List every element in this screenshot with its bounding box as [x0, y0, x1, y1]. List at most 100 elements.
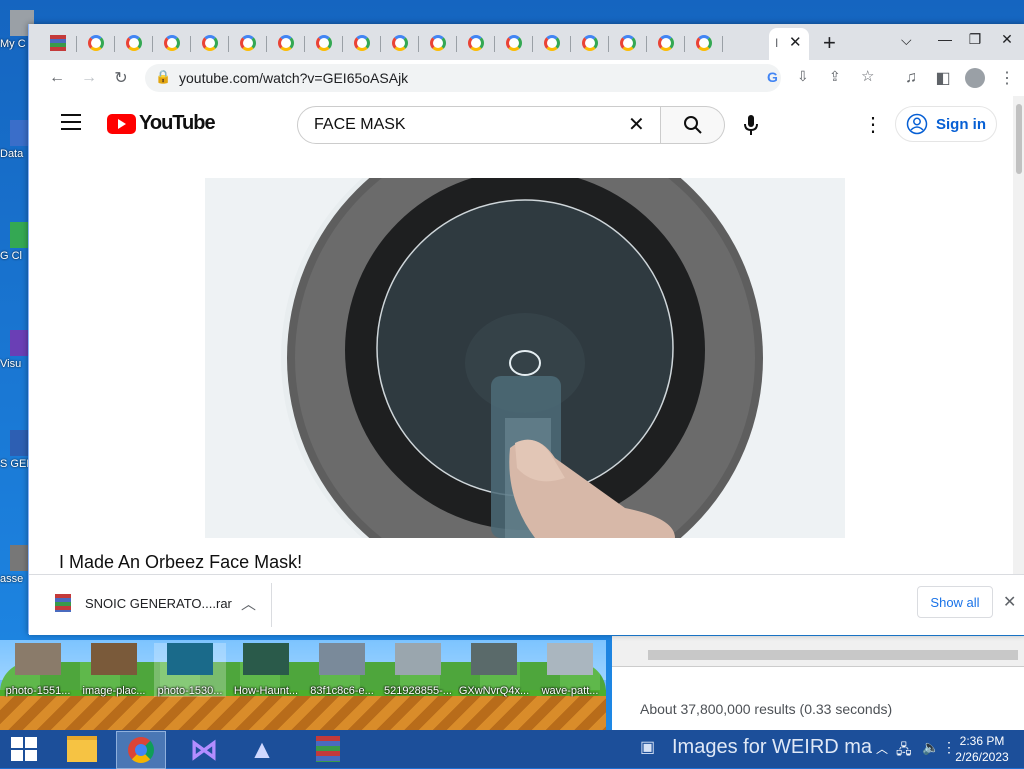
thumbnail-label: photo-1530... — [157, 685, 223, 697]
youtube-logo-text: YouTube — [139, 112, 216, 134]
hamburger-menu-icon[interactable] — [61, 114, 81, 130]
desktop-file-thumbnail[interactable]: How-Haunt... — [230, 643, 302, 697]
browser-tab[interactable] — [457, 30, 495, 56]
close-downloads-icon[interactable]: ✕ — [1003, 592, 1016, 612]
search-input[interactable]: FACE MASK ✕ — [297, 106, 661, 144]
new-tab-button[interactable]: + — [823, 30, 836, 56]
affinity-app-icon[interactable]: ▲ — [238, 731, 286, 767]
maximize-button[interactable]: ❐ — [959, 24, 991, 54]
download-options-chevron-icon[interactable]: ︿ — [241, 593, 256, 614]
chrome-menu-icon[interactable]: ⋮ — [993, 64, 1021, 92]
file-explorer-icon[interactable] — [58, 731, 106, 767]
active-tab[interactable]: I ✕ — [769, 28, 809, 60]
chrome-taskbar-icon[interactable] — [116, 731, 166, 769]
google-favicon-icon — [164, 35, 180, 51]
profile-avatar-icon[interactable] — [961, 64, 989, 92]
browser-tab[interactable] — [533, 30, 571, 56]
address-bar[interactable]: 🔒 youtube.com/watch?v=GEI65oASAjk G ⇩ ⇪ … — [145, 64, 874, 92]
visual-studio-icon[interactable]: ⋈ — [180, 731, 228, 767]
desktop-file-thumbnail[interactable]: photo-1551... — [2, 643, 74, 697]
google-favicon-icon — [354, 35, 370, 51]
settings-more-icon[interactable]: ⋮ — [863, 112, 883, 137]
browser-tab[interactable] — [571, 30, 609, 56]
browser-tab[interactable] — [495, 30, 533, 56]
lock-icon[interactable]: 🔒 — [155, 69, 171, 85]
google-favicon-icon — [88, 35, 104, 51]
background-search-window[interactable]: About 37,800,000 results (0.33 seconds) — [612, 636, 1024, 736]
browser-tab[interactable] — [39, 30, 77, 56]
winrar-favicon-icon — [50, 35, 66, 51]
browser-tab[interactable] — [419, 30, 457, 56]
install-app-icon[interactable]: ⇩ — [797, 68, 809, 85]
close-window-button[interactable]: ✕ — [991, 24, 1023, 54]
download-file-name[interactable]: SNOIC GENERATO....rar — [85, 596, 232, 611]
tab-search-chevron-icon[interactable]: ⌵ — [901, 32, 912, 49]
image-thumbnail-icon — [167, 643, 213, 675]
browser-tab[interactable] — [77, 30, 115, 56]
browser-tab[interactable] — [305, 30, 343, 56]
images-icon: ▣ — [640, 739, 656, 756]
search-button[interactable] — [661, 106, 725, 144]
browser-toolbar: ← → ↻ 🔒 youtube.com/watch?v=GEI65oASAjk … — [29, 60, 1024, 96]
bookmark-star-icon[interactable]: ☆ — [861, 67, 874, 85]
desktop-file-thumbnail[interactable]: GXwNvrQ4x... — [458, 643, 530, 697]
volume-icon[interactable]: 🔈 — [922, 739, 939, 756]
minimize-button[interactable]: — — [929, 24, 961, 54]
page-scroll-thumb[interactable] — [1016, 104, 1022, 174]
taskbar: ⋈ ▲ ▣ Images for WEIRD mari ︿ 🖧 🔈 ⋮ 2:36… — [0, 730, 1024, 769]
video-title[interactable]: I Made An Orbeez Face Mask! — [59, 552, 302, 573]
thumbnail-label: 521928855-... — [384, 685, 452, 697]
google-lens-icon[interactable]: G — [767, 69, 778, 85]
desktop-file-thumbnail[interactable]: 83f1c8c6-e... — [306, 643, 378, 697]
horizontal-scroll-thumb[interactable] — [648, 650, 1018, 660]
voice-search-microphone-icon[interactable] — [741, 114, 761, 141]
share-icon[interactable]: ⇪ — [829, 68, 841, 85]
sign-in-button[interactable]: Sign in — [895, 106, 997, 142]
sign-in-label: Sign in — [936, 115, 986, 133]
image-thumbnail-icon — [15, 643, 61, 675]
youtube-logo[interactable]: YouTube — [107, 112, 216, 135]
desktop-file-thumbnail[interactable]: wave-patt... — [534, 643, 606, 697]
thumbnail-label: wave-patt... — [541, 685, 599, 697]
browser-tab[interactable] — [153, 30, 191, 56]
tray-chevron-icon[interactable]: ︿ — [876, 740, 888, 757]
video-player[interactable] — [205, 178, 845, 538]
url-text[interactable]: youtube.com/watch?v=GEI65oASAjk — [179, 70, 408, 86]
side-panel-icon[interactable]: ◧ — [929, 64, 957, 92]
clear-search-icon[interactable]: ✕ — [628, 112, 645, 137]
account-circle-icon — [906, 113, 928, 135]
browser-tab[interactable] — [115, 30, 153, 56]
page-scrollbar[interactable] — [1013, 96, 1024, 634]
browser-tab[interactable] — [381, 30, 419, 56]
search-icon — [683, 116, 702, 134]
show-all-button[interactable]: Show all — [917, 586, 993, 618]
active-tab-title: I — [775, 36, 779, 50]
back-arrow-icon[interactable]: ← — [43, 64, 71, 92]
forward-arrow-icon[interactable]: → — [75, 64, 103, 92]
close-tab-icon[interactable]: ✕ — [789, 33, 802, 51]
google-favicon-icon — [392, 35, 408, 51]
browser-tab[interactable] — [609, 30, 647, 56]
desktop-file-thumbnail[interactable]: 521928855-... — [382, 643, 454, 697]
browser-tab[interactable] — [229, 30, 267, 56]
google-favicon-icon — [506, 35, 522, 51]
browser-tab[interactable] — [647, 30, 685, 56]
browser-tab[interactable] — [267, 30, 305, 56]
network-icon[interactable]: 🖧 — [896, 739, 912, 763]
winrar-icon[interactable] — [304, 731, 352, 767]
browser-tab[interactable] — [343, 30, 381, 56]
clock[interactable]: 2:36 PM 2/26/2023 — [950, 733, 1014, 765]
start-button[interactable] — [0, 731, 48, 767]
desktop-file-thumbnail[interactable]: image-plac... — [78, 643, 150, 697]
google-favicon-icon — [126, 35, 142, 51]
download-divider — [271, 583, 272, 627]
media-control-icon[interactable]: ♫ — [897, 64, 925, 92]
background-window-scrollbar[interactable] — [612, 636, 1024, 667]
browser-tab[interactable] — [191, 30, 229, 56]
search-input-value: FACE MASK — [314, 116, 406, 133]
google-favicon-icon — [316, 35, 332, 51]
desktop-file-thumbnail[interactable]: photo-1530... — [154, 643, 226, 697]
reload-icon[interactable]: ↻ — [107, 64, 135, 92]
chrome-window[interactable]: I ✕ + ⌵ — ❐ ✕ ← → ↻ 🔒 youtube.com/watch?… — [28, 24, 1024, 635]
browser-tab[interactable] — [685, 30, 723, 56]
